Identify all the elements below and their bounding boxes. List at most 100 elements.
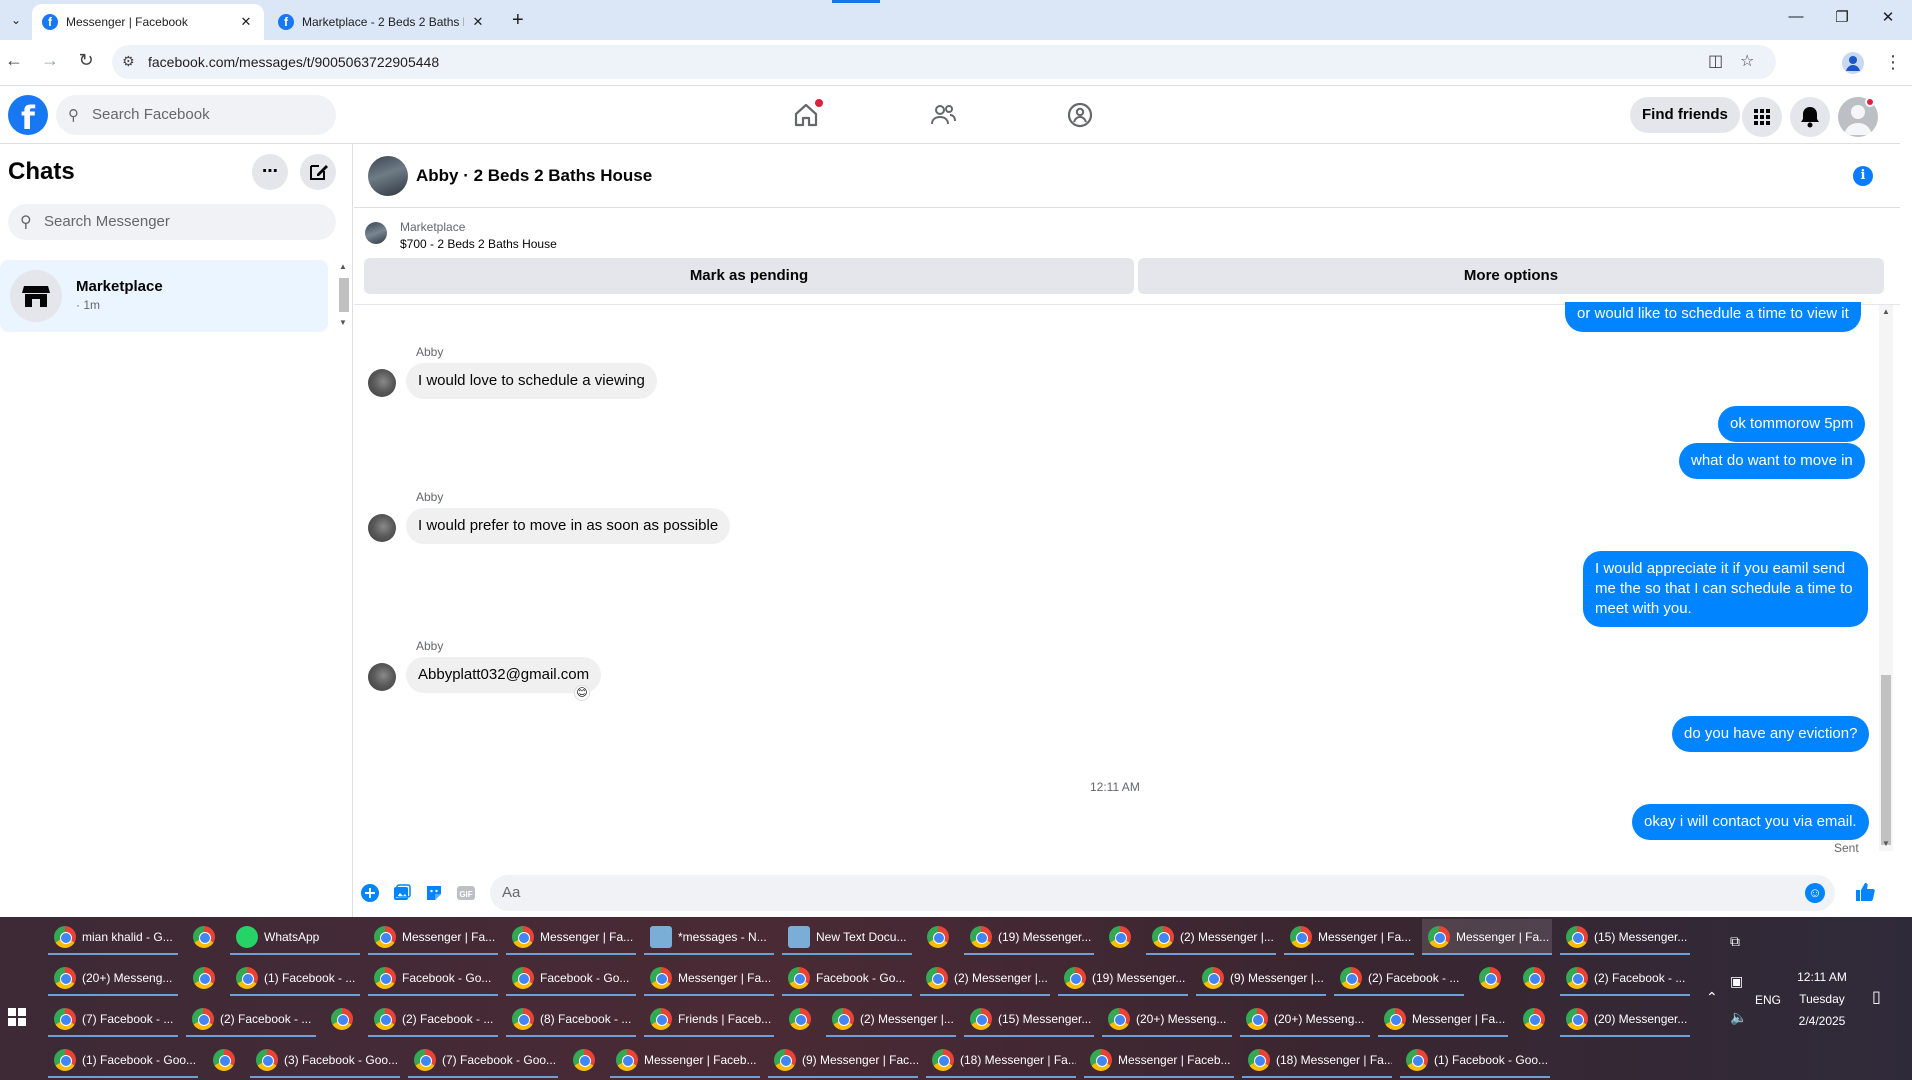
message-bubble-in[interactable]: Abbyplatt032@gmail.com: [406, 657, 602, 693]
info-icon[interactable]: i: [1853, 166, 1873, 186]
taskbar-item[interactable]: Messenger | Fa...: [506, 919, 636, 955]
more-options-button[interactable]: More options: [1138, 258, 1884, 294]
taskbar-item[interactable]: (2) Facebook - ...: [368, 1001, 498, 1037]
scrollbar-thumb[interactable]: [1881, 675, 1891, 845]
taskbar-item[interactable]: Facebook - Go...: [368, 960, 498, 996]
notifications-bell-icon[interactable]: [1790, 97, 1830, 137]
taskbar-item[interactable]: (15) Messenger...: [1560, 919, 1690, 955]
scroll-down-arrow-icon[interactable]: ▼: [339, 318, 347, 327]
new-tab-button[interactable]: +: [512, 9, 524, 32]
clock-day[interactable]: Tuesday: [1790, 992, 1854, 1006]
window-close-icon[interactable]: ✕: [1876, 8, 1900, 26]
taskbar-item[interactable]: (2) Messenger |...: [920, 960, 1050, 996]
taskbar-item[interactable]: (18) Messenger | Fa...: [1242, 1042, 1392, 1078]
find-friends-button[interactable]: Find friends: [1630, 97, 1740, 133]
taskbar-item[interactable]: Messenger | Fa...: [1284, 919, 1414, 955]
abby-avatar[interactable]: [368, 369, 396, 397]
taskbar-item[interactable]: WhatsApp: [230, 919, 360, 955]
groups-icon[interactable]: [1062, 97, 1098, 133]
taskbar-item[interactable]: (2) Messenger |...: [826, 1001, 956, 1037]
mark-as-pending-button[interactable]: Mark as pending: [364, 258, 1134, 294]
tray-network-icon[interactable]: ▣: [1730, 973, 1743, 990]
message-bubble-out[interactable]: or would like to schedule a time to view…: [1565, 302, 1861, 332]
tray-chevron-up-icon[interactable]: ⌃: [1706, 989, 1718, 1006]
taskbar-item[interactable]: (20+) Messeng...: [1240, 1001, 1370, 1037]
taskbar-item[interactable]: (20+) Messeng...: [1102, 1001, 1232, 1037]
plus-circle-icon[interactable]: [360, 883, 380, 903]
taskbar-item[interactable]: (9) Messenger |...: [1196, 960, 1326, 996]
gif-icon[interactable]: GIF: [456, 883, 476, 903]
taskbar-item[interactable]: (2) Messenger |...: [1146, 919, 1276, 955]
taskbar-item[interactable]: (20) Messenger...: [1560, 1001, 1690, 1037]
taskbar-item[interactable]: (2) Facebook - ...: [1334, 960, 1464, 996]
notification-center-icon[interactable]: ▯: [1872, 987, 1881, 1007]
taskbar-item[interactable]: (20+) Messeng...: [48, 960, 178, 996]
abby-avatar[interactable]: [368, 663, 396, 691]
taskbar-item[interactable]: [1516, 1001, 1552, 1037]
taskbar-item[interactable]: (7) Facebook - Goo...: [408, 1042, 558, 1078]
photo-icon[interactable]: [392, 883, 412, 903]
facebook-logo-icon[interactable]: f: [8, 95, 48, 137]
taskbar-item[interactable]: [566, 1042, 602, 1078]
taskbar-item[interactable]: (19) Messenger...: [1058, 960, 1188, 996]
windows-start-icon[interactable]: [8, 1008, 26, 1026]
close-icon[interactable]: ✕: [238, 14, 254, 30]
sidebar-scrollbar[interactable]: ▲ ▼: [337, 262, 351, 330]
close-icon[interactable]: ✕: [470, 14, 486, 30]
forward-arrow-icon[interactable]: →: [38, 50, 62, 71]
thread-scrollbar[interactable]: ▲ ▼: [1879, 305, 1893, 851]
message-bubble-out[interactable]: ok tommorow 5pm: [1718, 406, 1866, 442]
taskbar-item[interactable]: [186, 960, 222, 996]
taskbar-item[interactable]: Facebook - Go...: [506, 960, 636, 996]
friends-icon[interactable]: [925, 97, 961, 133]
taskbar-item[interactable]: Facebook - Go...: [782, 960, 912, 996]
taskbar-item[interactable]: [186, 919, 222, 955]
facebook-search-input[interactable]: ⚲ Search Facebook: [56, 95, 336, 135]
taskbar-item[interactable]: (15) Messenger...: [964, 1001, 1094, 1037]
taskbar-item[interactable]: (1) Facebook - Goo...: [1400, 1042, 1550, 1078]
taskbar-item[interactable]: Messenger | Fa...: [1422, 919, 1552, 955]
taskbar-item[interactable]: *messages - N...: [644, 919, 774, 955]
taskbar-item[interactable]: [920, 919, 956, 955]
taskbar-item[interactable]: [206, 1042, 242, 1078]
tab-marketplace[interactable]: f Marketplace - 2 Beds 2 Baths H ✕: [268, 4, 496, 40]
taskbar-item[interactable]: Messenger | Fa...: [644, 960, 774, 996]
address-bar[interactable]: ⚙ facebook.com/messages/t/90050637229054…: [112, 45, 1776, 79]
site-settings-icon[interactable]: ⚙: [122, 53, 135, 70]
taskbar-item[interactable]: (9) Messenger | Fac...: [768, 1042, 918, 1078]
conversation-title[interactable]: Abby · 2 Beds 2 Baths House: [416, 166, 652, 186]
taskbar-item[interactable]: (19) Messenger...: [964, 919, 1094, 955]
sticker-icon[interactable]: [424, 883, 444, 903]
taskbar-item[interactable]: (2) Facebook - ...: [186, 1001, 316, 1037]
clock-date[interactable]: 2/4/2025: [1790, 1014, 1854, 1028]
taskbar-item[interactable]: (8) Facebook - ...: [506, 1001, 636, 1037]
back-arrow-icon[interactable]: ←: [2, 50, 26, 71]
emoji-icon[interactable]: ☺: [1805, 883, 1825, 903]
message-bubble-in[interactable]: I would prefer to move in as soon as pos…: [406, 508, 731, 544]
emoji-reaction-icon[interactable]: 😊: [574, 685, 590, 701]
menu-grid-icon[interactable]: [1742, 97, 1782, 137]
taskbar-item[interactable]: Messenger | Fa...: [1378, 1001, 1508, 1037]
taskbar-item[interactable]: (3) Facebook - Goo...: [250, 1042, 400, 1078]
tab-messenger[interactable]: f Messenger | Facebook ✕: [32, 4, 264, 40]
listing-avatar[interactable]: [368, 156, 408, 196]
taskbar-item[interactable]: (7) Facebook - ...: [48, 1001, 178, 1037]
taskbar-item[interactable]: [1516, 960, 1552, 996]
messenger-search-input[interactable]: ⚲ Search Messenger: [8, 204, 336, 240]
taskbar-item[interactable]: [1472, 960, 1508, 996]
new-message-icon[interactable]: [300, 154, 336, 190]
scrollbar-thumb[interactable]: [339, 278, 349, 312]
chat-list-item[interactable]: Marketplace · 1m: [0, 260, 328, 332]
url-text[interactable]: facebook.com/messages/t/9005063722905448: [148, 54, 439, 70]
taskbar-item[interactable]: (18) Messenger | Fa...: [926, 1042, 1076, 1078]
message-bubble-out[interactable]: do you have any eviction?: [1672, 716, 1870, 752]
taskbar-item[interactable]: mian khalid - G...: [48, 919, 178, 955]
taskbar-item[interactable]: [324, 1001, 360, 1037]
volume-icon[interactable]: 🔈: [1730, 1009, 1747, 1026]
restore-icon[interactable]: ❐: [1830, 8, 1854, 26]
install-app-icon[interactable]: ◫: [1708, 51, 1723, 71]
taskbar-item[interactable]: Messenger | Fa...: [368, 919, 498, 955]
minimize-icon[interactable]: —: [1784, 8, 1808, 25]
message-bubble-out[interactable]: okay i will contact you via email.: [1632, 804, 1869, 840]
message-bubble-in[interactable]: I would love to schedule a viewing: [406, 363, 657, 399]
